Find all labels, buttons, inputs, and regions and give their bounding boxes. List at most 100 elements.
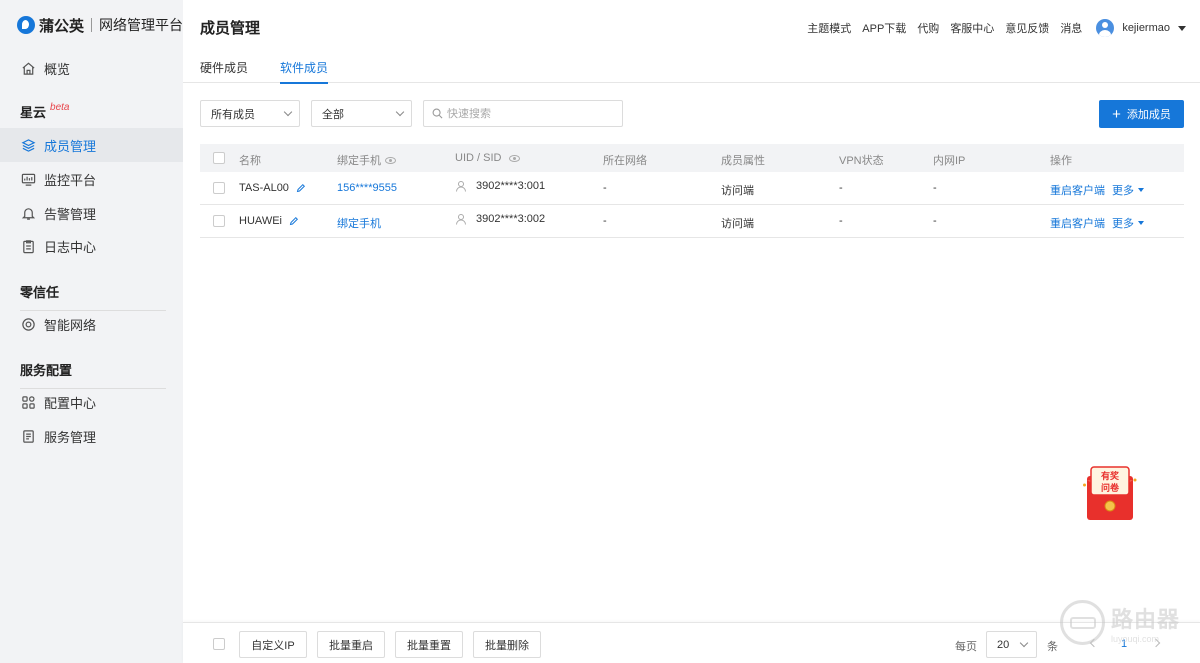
row-checkbox[interactable] <box>213 182 225 194</box>
sidebar-item-alerts[interactable]: 告警管理 <box>0 196 183 230</box>
chevron-down-icon <box>1019 638 1029 648</box>
more-dropdown[interactable]: 更多 <box>1112 182 1144 198</box>
avatar[interactable] <box>1096 19 1115 37</box>
chevron-down-icon <box>283 107 293 117</box>
tab-software-members[interactable]: 软件成员 <box>280 59 329 84</box>
header-network: 所在网络 <box>603 155 647 167</box>
username[interactable]: kejiermao <box>1122 22 1170 34</box>
member-vpn: - <box>839 182 843 194</box>
member-network: - <box>603 182 607 194</box>
search-input[interactable] <box>447 107 607 120</box>
sidebar-item-config-center[interactable]: 配置中心 <box>0 385 183 419</box>
select-all-bottom-checkbox[interactable] <box>213 638 225 650</box>
logo-brand: 蒲公英 <box>39 17 85 35</box>
sidebar-item-smart-network[interactable]: 智能网络 <box>0 307 183 341</box>
member-name: HUAWEi <box>239 215 299 227</box>
watermark-en: luyouqi.com <box>1111 633 1160 644</box>
caret-down-icon <box>1138 188 1144 192</box>
member-type-select[interactable]: 所有成员 <box>200 100 300 127</box>
support-center-link[interactable]: 客服中心 <box>950 20 994 36</box>
header-ops: 操作 <box>1050 155 1072 167</box>
search-icon <box>432 108 443 119</box>
edit-pencil-icon[interactable] <box>289 216 299 226</box>
member-vpn: - <box>839 215 843 227</box>
chevron-down-icon <box>395 107 405 117</box>
section-xingyun: 星云 beta <box>20 102 166 131</box>
status-value: 全部 <box>322 108 344 121</box>
watermark: 路由器 luyouqi.com <box>1060 600 1180 645</box>
add-member-button[interactable]: + 添加成员 <box>1099 100 1184 128</box>
logo-divider <box>91 18 93 32</box>
member-uid-text: 3902****3:002 <box>476 213 546 225</box>
feedback-link[interactable]: 意见反馈 <box>1005 20 1049 36</box>
header-ip: 内网IP <box>933 155 966 167</box>
table-header: 名称 绑定手机 UID / SID 所在网络 成员属性 VPN状态 内网IP 操… <box>200 144 1184 172</box>
dandelion-logo-icon <box>17 16 35 34</box>
layers-icon <box>20 137 36 153</box>
beta-badge: beta <box>50 102 70 113</box>
sidebar-item-overview[interactable]: 概览 <box>0 51 183 85</box>
member-attr: 访问端 <box>721 185 754 197</box>
restart-client-link[interactable]: 重启客户端 <box>1050 215 1105 231</box>
home-icon <box>20 60 36 76</box>
member-ip: - <box>933 182 937 194</box>
member-name: TAS-AL00 <box>239 182 306 194</box>
survey-line2: 问卷 <box>1101 482 1120 494</box>
header-vpn: VPN状态 <box>839 155 884 167</box>
theme-mode-link[interactable]: 主题模式 <box>807 20 851 36</box>
sidebar-item-monitor[interactable]: 监控平台 <box>0 162 183 196</box>
header-name: 名称 <box>239 155 261 167</box>
header-phone: 绑定手机 <box>337 152 396 168</box>
member-name-text: TAS-AL00 <box>239 182 289 194</box>
survey-line1: 有奖 <box>1101 470 1120 482</box>
bell-icon <box>20 205 36 221</box>
table-row: HUAWEi 绑定手机 3902****3:002 - 访问端 - - 重启客户… <box>200 205 1184 238</box>
monitor-icon <box>20 171 36 187</box>
batch-reset-button[interactable]: 批量重置 <box>395 631 463 658</box>
member-type-value: 所有成员 <box>211 108 255 121</box>
app-download-link[interactable]: APP下载 <box>862 20 906 36</box>
sidebar-item-service-mgmt[interactable]: 服务管理 <box>0 419 183 453</box>
sidebar-item-label: 成员管理 <box>44 138 97 154</box>
document-icon <box>20 428 36 444</box>
page-size-select[interactable]: 20 <box>986 631 1037 658</box>
tab-hardware-members[interactable]: 硬件成员 <box>200 59 248 82</box>
caret-down-icon[interactable] <box>1178 25 1186 31</box>
sidebar-item-logs[interactable]: 日志中心 <box>0 229 183 263</box>
purchase-link[interactable]: 代购 <box>917 20 939 36</box>
batch-delete-button[interactable]: 批量删除 <box>473 631 541 658</box>
search-box[interactable] <box>423 100 623 127</box>
sidebar-item-label: 服务管理 <box>44 429 97 445</box>
add-member-label: 添加成员 <box>1126 109 1171 121</box>
member-name-text: HUAWEi <box>239 215 282 227</box>
sidebar-item-label: 概览 <box>44 61 71 77</box>
row-checkbox[interactable] <box>213 215 225 227</box>
person-icon <box>456 181 466 192</box>
per-page-label: 每页 <box>955 641 977 653</box>
member-uid-text: 3902****3:001 <box>476 180 546 192</box>
more-dropdown[interactable]: 更多 <box>1112 215 1144 231</box>
bind-phone-link[interactable]: 绑定手机 <box>337 215 381 231</box>
status-select[interactable]: 全部 <box>311 100 412 127</box>
survey-envelope-icon[interactable]: 有奖 问卷 <box>1083 466 1137 522</box>
member-attr: 访问端 <box>721 218 754 230</box>
logo-subtitle: 网络管理平台 <box>99 17 184 33</box>
custom-ip-button[interactable]: 自定义IP <box>239 631 307 658</box>
clipboard-icon <box>20 238 36 254</box>
restart-client-link[interactable]: 重启客户端 <box>1050 182 1105 198</box>
batch-action-bar: 自定义IP 批量重启 批量重置 批量删除 每页 20 条 1 <box>183 622 1200 663</box>
grid-icon <box>20 394 36 410</box>
edit-pencil-icon[interactable] <box>296 183 306 193</box>
table-row: TAS-AL00 156****9555 3902****3:001 - 访问端… <box>200 172 1184 205</box>
header-uid: UID / SID <box>455 152 521 164</box>
section-title: 星云 <box>20 105 47 120</box>
batch-restart-button[interactable]: 批量重启 <box>317 631 385 658</box>
eye-icon[interactable] <box>385 156 396 164</box>
messages-link[interactable]: 消息 <box>1060 20 1082 36</box>
eye-icon[interactable] <box>509 154 521 162</box>
header-phone-label: 绑定手机 <box>337 155 381 167</box>
select-all-checkbox[interactable] <box>213 152 225 164</box>
logo[interactable]: 蒲公英 网络管理平台 <box>17 14 183 36</box>
member-phone[interactable]: 156****9555 <box>337 182 397 194</box>
sidebar-item-members[interactable]: 成员管理 <box>0 128 183 162</box>
